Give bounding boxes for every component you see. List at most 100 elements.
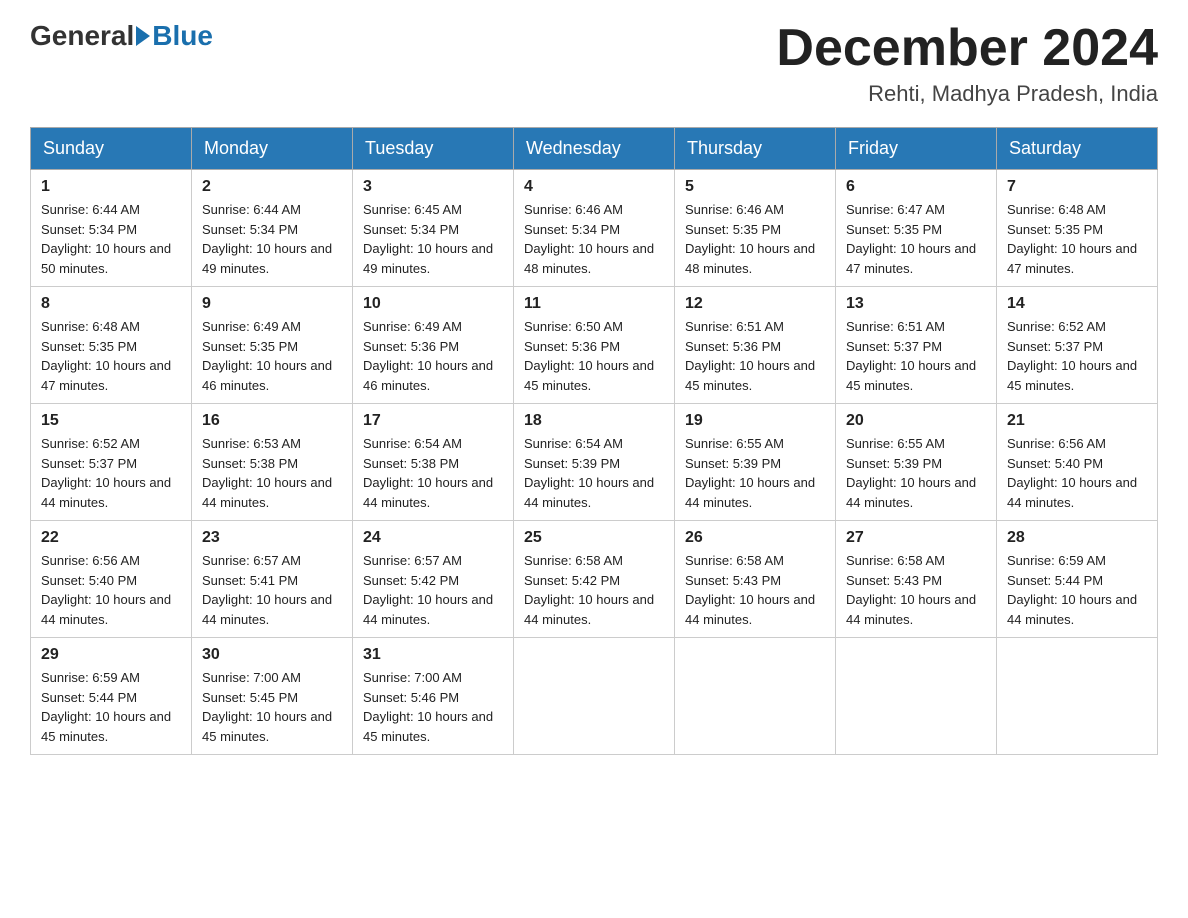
calendar-day-cell: 30 Sunrise: 7:00 AM Sunset: 5:45 PM Dayl… (192, 638, 353, 755)
day-number: 4 (524, 178, 664, 196)
page-header: General Blue December 2024 Rehti, Madhya… (30, 20, 1158, 107)
header-monday: Monday (192, 128, 353, 170)
day-info: Sunrise: 6:46 AM Sunset: 5:34 PM Dayligh… (524, 200, 664, 278)
day-number: 16 (202, 412, 342, 430)
day-info: Sunrise: 6:58 AM Sunset: 5:43 PM Dayligh… (685, 551, 825, 629)
week-row-5: 29 Sunrise: 6:59 AM Sunset: 5:44 PM Dayl… (31, 638, 1158, 755)
day-info: Sunrise: 6:55 AM Sunset: 5:39 PM Dayligh… (685, 434, 825, 512)
day-number: 18 (524, 412, 664, 430)
day-number: 23 (202, 529, 342, 547)
month-title: December 2024 (776, 20, 1158, 77)
calendar-day-cell: 14 Sunrise: 6:52 AM Sunset: 5:37 PM Dayl… (997, 287, 1158, 404)
day-info: Sunrise: 6:58 AM Sunset: 5:43 PM Dayligh… (846, 551, 986, 629)
day-info: Sunrise: 6:55 AM Sunset: 5:39 PM Dayligh… (846, 434, 986, 512)
calendar-day-cell (675, 638, 836, 755)
calendar-day-cell: 21 Sunrise: 6:56 AM Sunset: 5:40 PM Dayl… (997, 404, 1158, 521)
calendar-day-cell: 20 Sunrise: 6:55 AM Sunset: 5:39 PM Dayl… (836, 404, 997, 521)
calendar-day-cell: 18 Sunrise: 6:54 AM Sunset: 5:39 PM Dayl… (514, 404, 675, 521)
day-number: 24 (363, 529, 503, 547)
calendar-day-cell: 28 Sunrise: 6:59 AM Sunset: 5:44 PM Dayl… (997, 521, 1158, 638)
day-number: 11 (524, 295, 664, 313)
day-number: 12 (685, 295, 825, 313)
day-number: 8 (41, 295, 181, 313)
day-info: Sunrise: 6:50 AM Sunset: 5:36 PM Dayligh… (524, 317, 664, 395)
day-info: Sunrise: 7:00 AM Sunset: 5:46 PM Dayligh… (363, 668, 503, 746)
calendar-day-cell: 10 Sunrise: 6:49 AM Sunset: 5:36 PM Dayl… (353, 287, 514, 404)
day-info: Sunrise: 6:51 AM Sunset: 5:36 PM Dayligh… (685, 317, 825, 395)
day-info: Sunrise: 6:44 AM Sunset: 5:34 PM Dayligh… (202, 200, 342, 278)
calendar-day-cell: 24 Sunrise: 6:57 AM Sunset: 5:42 PM Dayl… (353, 521, 514, 638)
week-row-1: 1 Sunrise: 6:44 AM Sunset: 5:34 PM Dayli… (31, 170, 1158, 287)
calendar-day-cell: 27 Sunrise: 6:58 AM Sunset: 5:43 PM Dayl… (836, 521, 997, 638)
calendar-day-cell: 23 Sunrise: 6:57 AM Sunset: 5:41 PM Dayl… (192, 521, 353, 638)
day-number: 26 (685, 529, 825, 547)
calendar-table: Sunday Monday Tuesday Wednesday Thursday… (30, 127, 1158, 755)
week-row-4: 22 Sunrise: 6:56 AM Sunset: 5:40 PM Dayl… (31, 521, 1158, 638)
day-number: 14 (1007, 295, 1147, 313)
day-info: Sunrise: 7:00 AM Sunset: 5:45 PM Dayligh… (202, 668, 342, 746)
calendar-day-cell: 7 Sunrise: 6:48 AM Sunset: 5:35 PM Dayli… (997, 170, 1158, 287)
header-friday: Friday (836, 128, 997, 170)
calendar-day-cell: 4 Sunrise: 6:46 AM Sunset: 5:34 PM Dayli… (514, 170, 675, 287)
calendar-day-cell (836, 638, 997, 755)
calendar-day-cell: 11 Sunrise: 6:50 AM Sunset: 5:36 PM Dayl… (514, 287, 675, 404)
day-info: Sunrise: 6:48 AM Sunset: 5:35 PM Dayligh… (1007, 200, 1147, 278)
calendar-day-cell: 15 Sunrise: 6:52 AM Sunset: 5:37 PM Dayl… (31, 404, 192, 521)
day-info: Sunrise: 6:49 AM Sunset: 5:36 PM Dayligh… (363, 317, 503, 395)
calendar-day-cell: 26 Sunrise: 6:58 AM Sunset: 5:43 PM Dayl… (675, 521, 836, 638)
logo-arrow-icon (136, 26, 150, 46)
title-section: December 2024 Rehti, Madhya Pradesh, Ind… (776, 20, 1158, 107)
day-info: Sunrise: 6:44 AM Sunset: 5:34 PM Dayligh… (41, 200, 181, 278)
location-text: Rehti, Madhya Pradesh, India (776, 81, 1158, 107)
day-number: 6 (846, 178, 986, 196)
calendar-day-cell (514, 638, 675, 755)
day-number: 1 (41, 178, 181, 196)
day-info: Sunrise: 6:51 AM Sunset: 5:37 PM Dayligh… (846, 317, 986, 395)
calendar-day-cell: 25 Sunrise: 6:58 AM Sunset: 5:42 PM Dayl… (514, 521, 675, 638)
day-number: 20 (846, 412, 986, 430)
calendar-day-cell: 5 Sunrise: 6:46 AM Sunset: 5:35 PM Dayli… (675, 170, 836, 287)
week-row-2: 8 Sunrise: 6:48 AM Sunset: 5:35 PM Dayli… (31, 287, 1158, 404)
day-info: Sunrise: 6:59 AM Sunset: 5:44 PM Dayligh… (1007, 551, 1147, 629)
calendar-header-row: Sunday Monday Tuesday Wednesday Thursday… (31, 128, 1158, 170)
calendar-day-cell: 13 Sunrise: 6:51 AM Sunset: 5:37 PM Dayl… (836, 287, 997, 404)
calendar-day-cell: 9 Sunrise: 6:49 AM Sunset: 5:35 PM Dayli… (192, 287, 353, 404)
header-sunday: Sunday (31, 128, 192, 170)
day-number: 21 (1007, 412, 1147, 430)
logo-general-text: General (30, 20, 134, 52)
day-info: Sunrise: 6:45 AM Sunset: 5:34 PM Dayligh… (363, 200, 503, 278)
day-number: 5 (685, 178, 825, 196)
day-number: 22 (41, 529, 181, 547)
day-info: Sunrise: 6:52 AM Sunset: 5:37 PM Dayligh… (1007, 317, 1147, 395)
calendar-day-cell: 12 Sunrise: 6:51 AM Sunset: 5:36 PM Dayl… (675, 287, 836, 404)
calendar-day-cell: 16 Sunrise: 6:53 AM Sunset: 5:38 PM Dayl… (192, 404, 353, 521)
day-number: 2 (202, 178, 342, 196)
day-info: Sunrise: 6:58 AM Sunset: 5:42 PM Dayligh… (524, 551, 664, 629)
calendar-day-cell: 17 Sunrise: 6:54 AM Sunset: 5:38 PM Dayl… (353, 404, 514, 521)
day-info: Sunrise: 6:57 AM Sunset: 5:42 PM Dayligh… (363, 551, 503, 629)
day-info: Sunrise: 6:56 AM Sunset: 5:40 PM Dayligh… (1007, 434, 1147, 512)
day-number: 17 (363, 412, 503, 430)
header-saturday: Saturday (997, 128, 1158, 170)
calendar-day-cell: 1 Sunrise: 6:44 AM Sunset: 5:34 PM Dayli… (31, 170, 192, 287)
day-number: 27 (846, 529, 986, 547)
day-number: 19 (685, 412, 825, 430)
day-info: Sunrise: 6:56 AM Sunset: 5:40 PM Dayligh… (41, 551, 181, 629)
day-info: Sunrise: 6:57 AM Sunset: 5:41 PM Dayligh… (202, 551, 342, 629)
calendar-day-cell: 8 Sunrise: 6:48 AM Sunset: 5:35 PM Dayli… (31, 287, 192, 404)
calendar-day-cell: 3 Sunrise: 6:45 AM Sunset: 5:34 PM Dayli… (353, 170, 514, 287)
logo: General Blue (30, 20, 213, 52)
day-number: 15 (41, 412, 181, 430)
header-thursday: Thursday (675, 128, 836, 170)
day-number: 30 (202, 646, 342, 664)
day-number: 25 (524, 529, 664, 547)
calendar-day-cell: 2 Sunrise: 6:44 AM Sunset: 5:34 PM Dayli… (192, 170, 353, 287)
day-number: 31 (363, 646, 503, 664)
calendar-day-cell: 6 Sunrise: 6:47 AM Sunset: 5:35 PM Dayli… (836, 170, 997, 287)
calendar-day-cell: 22 Sunrise: 6:56 AM Sunset: 5:40 PM Dayl… (31, 521, 192, 638)
calendar-day-cell: 31 Sunrise: 7:00 AM Sunset: 5:46 PM Dayl… (353, 638, 514, 755)
day-info: Sunrise: 6:47 AM Sunset: 5:35 PM Dayligh… (846, 200, 986, 278)
day-number: 28 (1007, 529, 1147, 547)
day-number: 10 (363, 295, 503, 313)
calendar-day-cell (997, 638, 1158, 755)
